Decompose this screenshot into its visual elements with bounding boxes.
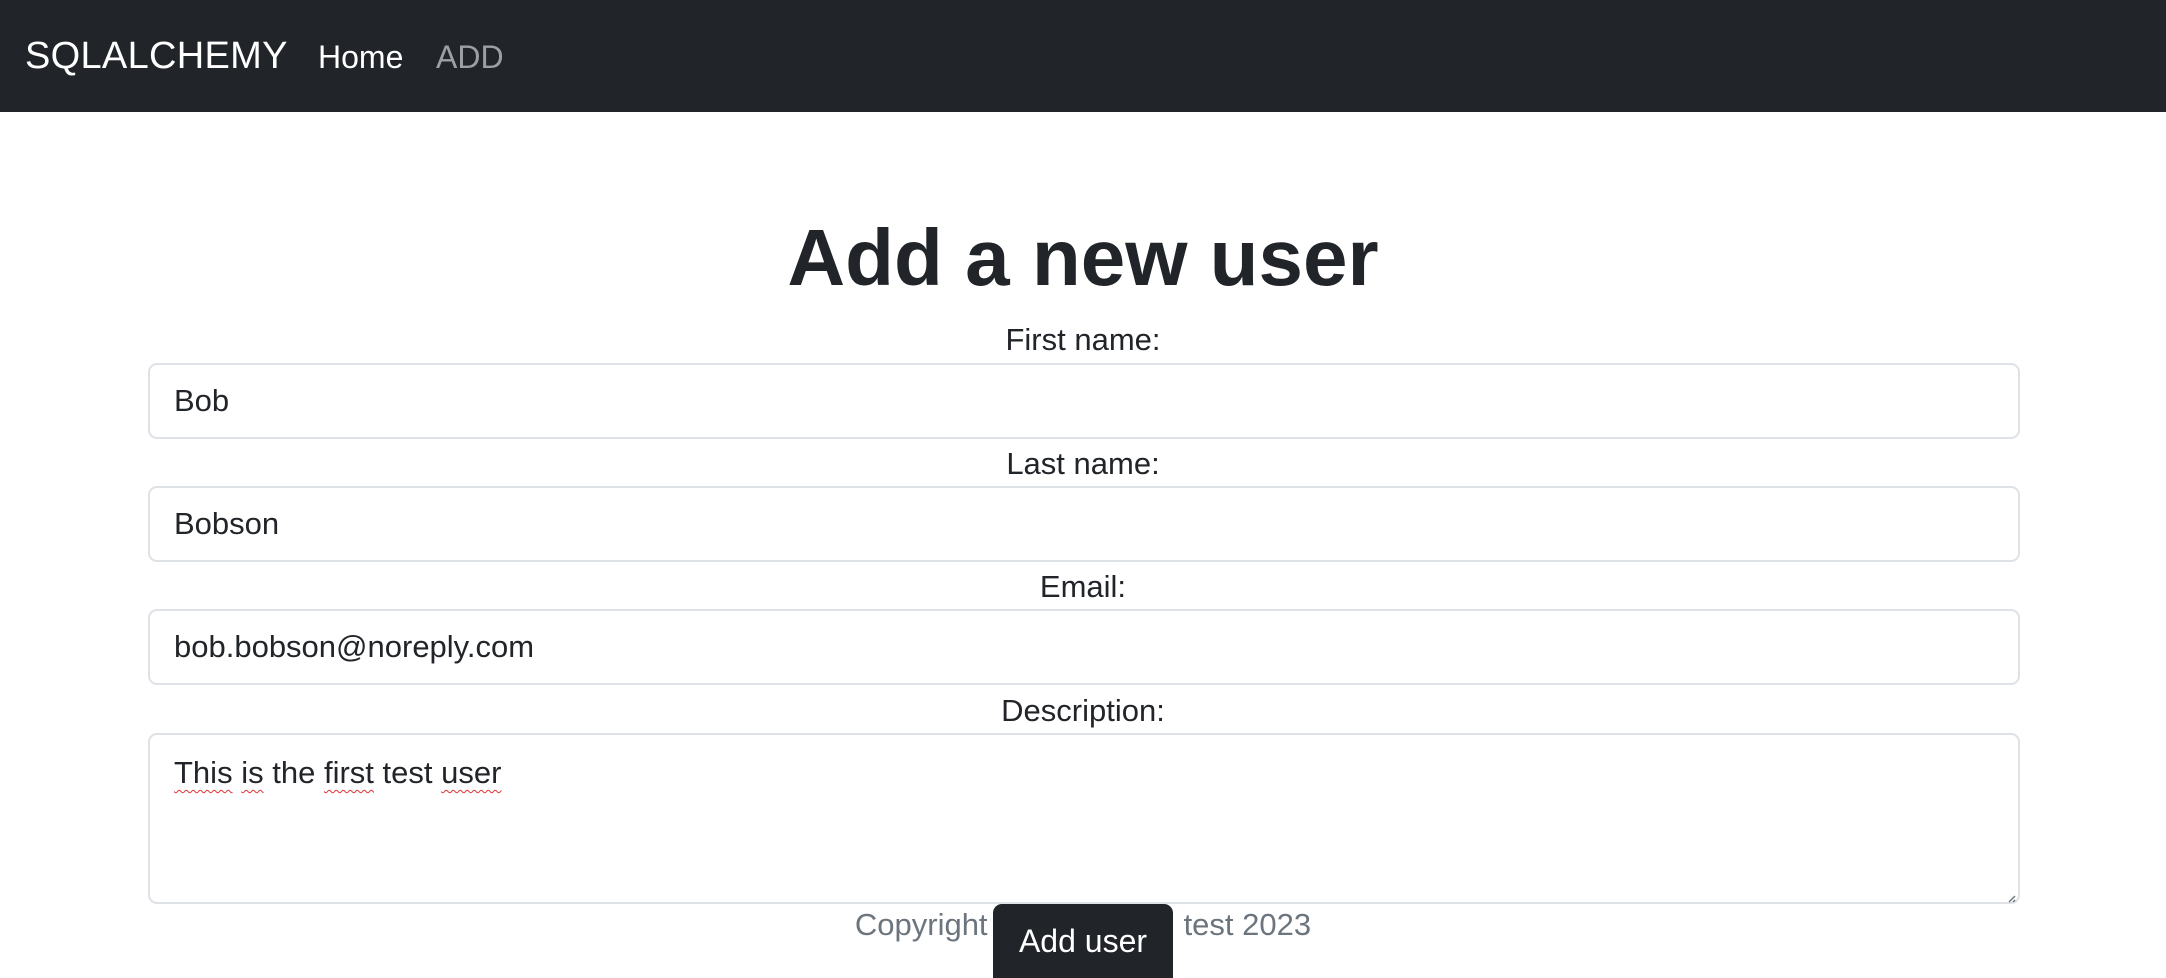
description-word: is [241, 755, 264, 790]
description-label: Description: [1001, 693, 1165, 728]
last-name-label: Last name: [1006, 446, 1160, 481]
first-name-label: First name: [1005, 322, 1161, 357]
description-word: first [323, 755, 374, 790]
description-word: This [174, 755, 233, 790]
description-word: test [382, 755, 433, 790]
add-user-button[interactable]: Add user [993, 904, 1173, 978]
description-textarea[interactable]: This is the first test user [148, 733, 2020, 904]
description-word: the [272, 755, 316, 790]
description-word: user [441, 755, 502, 790]
top-navbar: SQLALCHEMY Home ADD [0, 0, 2166, 112]
first-name-input[interactable] [148, 363, 2020, 439]
description-text: This is the first test user [174, 755, 501, 790]
brand-link[interactable]: SQLALCHEMY [25, 34, 288, 78]
footer-copyright-left: Copyright [854, 907, 988, 942]
resize-grip-icon[interactable] [2006, 893, 2016, 903]
page-title: Add a new user [787, 213, 1379, 302]
email-input[interactable] [148, 609, 2020, 685]
nav-link-add[interactable]: ADD [436, 38, 504, 76]
last-name-input[interactable] [148, 486, 2020, 562]
email-label: Email: [1039, 569, 1127, 604]
nav-link-home[interactable]: Home [318, 38, 403, 76]
footer-copyright-right: test 2023 [1183, 907, 1312, 942]
